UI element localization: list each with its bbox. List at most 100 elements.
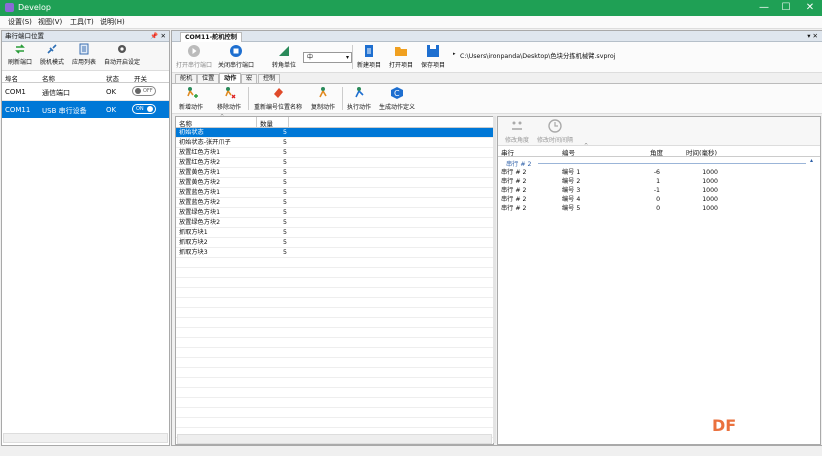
angle-unit-button[interactable]: 转角单位 <box>266 44 302 69</box>
servo-row[interactable]: 串行 # 2 编号 2 1 1000 <box>498 177 820 186</box>
minimize-button[interactable]: — <box>754 1 774 15</box>
port-row[interactable]: COM1 通信端口 OK OFF <box>2 83 169 101</box>
close-serial-button[interactable]: 关闭串行端口 <box>216 44 256 69</box>
servo-time: 1000 <box>702 196 718 203</box>
panel-header: 串行端口位置 📌 ✕ <box>2 31 169 42</box>
servo-angle: 0 <box>656 205 660 212</box>
empty-row <box>176 308 493 318</box>
open-project-button[interactable]: 打开项目 <box>387 44 415 69</box>
empty-row <box>176 368 493 378</box>
new-project-button[interactable]: 新建项目 <box>355 44 383 69</box>
code-icon: C <box>391 87 403 99</box>
edit-interval-button[interactable]: 修改时间间隔 <box>534 119 576 144</box>
empty-row <box>176 358 493 368</box>
port-switch[interactable]: OFF <box>132 86 156 96</box>
eraser-icon <box>274 88 283 98</box>
action-row[interactable]: 放置蓝色方块2 5 <box>176 198 493 208</box>
servo-table-header: 串行 编号 ^ 角度 时间(毫秒) <box>498 143 820 157</box>
empty-row <box>176 318 493 328</box>
project-path: C:\Users\ironpanda\Desktop\色块分拣机械臂.svpro… <box>460 53 616 60</box>
horizontal-scrollbar[interactable] <box>3 433 168 443</box>
app-list-button[interactable]: 应用列表 <box>68 43 100 66</box>
servo-angle: 1 <box>656 178 660 185</box>
servo-time: 1000 <box>702 187 718 194</box>
collapse-icon[interactable]: ▴ <box>810 157 813 164</box>
tab-macro[interactable]: 宏 <box>241 74 258 83</box>
servo-row[interactable]: 串行 # 2 编号 5 0 1000 <box>498 204 820 213</box>
action-row[interactable]: 抓取方块1 5 <box>176 228 493 238</box>
angle-icon <box>279 46 289 56</box>
action-row[interactable]: 放置黄色方块2 5 <box>176 178 493 188</box>
offline-mode-button[interactable]: 脱机模式 <box>36 43 68 66</box>
doc-tab-controls[interactable]: ▾ ✕ <box>807 32 818 40</box>
stop-icon <box>230 45 242 57</box>
auto-open-settings-button[interactable]: 自动开启设定 <box>100 43 144 66</box>
action-row[interactable]: 放置红色方块2 5 <box>176 158 493 168</box>
close-button[interactable]: ✕ <box>800 1 820 15</box>
save-icon <box>427 45 439 57</box>
action-row[interactable]: 初始状态-张开爪子 5 <box>176 138 493 148</box>
tab-action[interactable]: 动作 <box>219 73 242 83</box>
action-count: 5 <box>283 239 287 246</box>
menu-help[interactable]: 说明(H) <box>100 17 125 27</box>
port-switch[interactable]: ON <box>132 104 156 114</box>
horizontal-scrollbar[interactable] <box>177 434 492 444</box>
unit-select[interactable]: 中 ▾ <box>303 52 352 63</box>
servo-row[interactable]: 串行 # 2 编号 4 0 1000 <box>498 195 820 204</box>
add-action-button[interactable]: 新增动作 <box>176 86 206 111</box>
servo-rows: 串行 # 2 编号 1 -6 1000 串行 # 2 编号 2 1 1000 串行 # 2 编号 … <box>498 168 820 213</box>
action-row[interactable]: 放置绿色方块2 5 <box>176 218 493 228</box>
left-toolbar: 刷新端口 脱机模式 应用列表 自动开启设定 <box>2 42 169 71</box>
tab-position[interactable]: 位置 <box>197 74 220 83</box>
action-row[interactable]: 放置绿色方块1 5 <box>176 208 493 218</box>
main-panel: COM11-舵机控制 ▾ ✕ 打开串行端口 关闭串行端口 转角单位 中 ▾ 新建… <box>171 30 822 446</box>
servo-id: 编号 1 <box>562 169 581 176</box>
port-row-selected[interactable]: COM11 USB 串行设备 OK ON <box>2 101 169 118</box>
action-count: 5 <box>283 139 287 146</box>
action-row[interactable]: 抓取方块2 5 <box>176 238 493 248</box>
action-count: 5 <box>283 229 287 236</box>
menu-tools[interactable]: 工具(T) <box>70 17 94 27</box>
open-serial-button[interactable]: 打开串行端口 <box>176 44 212 69</box>
generate-definition-button[interactable]: C 生成动作定义 <box>376 86 418 111</box>
servo-serial: 串行 # 2 <box>501 169 527 176</box>
folder-icon <box>395 47 407 56</box>
refresh-ports-button[interactable]: 刷新端口 <box>4 43 36 66</box>
empty-row <box>176 338 493 348</box>
servo-row[interactable]: 串行 # 2 编号 1 -6 1000 <box>498 168 820 177</box>
maximize-button[interactable]: ☐ <box>776 1 796 15</box>
renumber-button[interactable]: 重新编号位置名称 <box>252 86 304 111</box>
sort-arrow-icon: ^ <box>220 114 225 120</box>
action-row[interactable]: 放置黄色方块1 5 <box>176 168 493 178</box>
tab-control[interactable]: 控制 <box>258 74 281 83</box>
action-count: 5 <box>283 199 287 206</box>
panel-pin-close[interactable]: 📌 ✕ <box>150 31 166 41</box>
run-action-button[interactable]: 执行动作 <box>344 86 374 111</box>
empty-row <box>176 298 493 308</box>
group-header[interactable]: 串行 # 2 ▴ <box>498 157 820 168</box>
tab-com11[interactable]: COM11-舵机控制 <box>180 32 242 42</box>
menu-settings[interactable]: 设置(S) <box>8 17 32 27</box>
servo-angle: 0 <box>656 196 660 203</box>
remove-action-button[interactable]: 移除动作 <box>214 86 244 111</box>
action-row[interactable]: 放置红色方块1 5 <box>176 148 493 158</box>
servo-row[interactable]: 串行 # 2 编号 3 -1 1000 <box>498 186 820 195</box>
menu-view[interactable]: 视图(V) <box>38 17 62 27</box>
save-project-button[interactable]: 保存项目 <box>419 44 447 69</box>
run-action-icon <box>355 87 364 98</box>
action-count: 5 <box>283 179 287 186</box>
action-row[interactable]: 初始状态 5 <box>176 128 493 138</box>
servo-toolbar: 修改角度 修改时间间隔 <box>498 117 820 146</box>
port-table-header: 埠名 名称 状态 开关 <box>2 71 169 83</box>
empty-row <box>176 348 493 358</box>
tab-servo[interactable]: 舵机 <box>175 74 198 83</box>
splitter[interactable] <box>493 116 496 443</box>
edit-angle-button[interactable]: 修改角度 <box>502 119 532 144</box>
copy-action-button[interactable]: 复制动作 <box>308 86 338 111</box>
servo-id: 编号 4 <box>562 196 581 203</box>
watermark-logo: DF <box>712 416 737 435</box>
action-row[interactable]: 抓取方块3 5 <box>176 248 493 258</box>
action-row[interactable]: 放置蓝色方块1 5 <box>176 188 493 198</box>
servo-time: 1000 <box>702 169 718 176</box>
action-count: 5 <box>283 189 287 196</box>
